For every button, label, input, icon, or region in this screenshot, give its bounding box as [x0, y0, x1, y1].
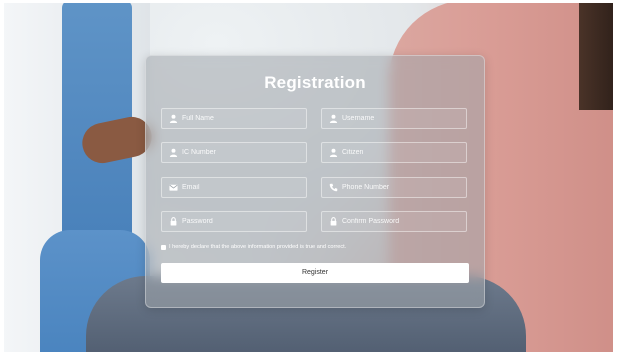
register-button[interactable]: Register	[161, 263, 469, 283]
lock-icon	[169, 217, 178, 226]
full-name-field	[161, 108, 307, 129]
citizen-input[interactable]	[342, 149, 462, 156]
frame-border-bottom	[0, 352, 619, 356]
form-title: Registration	[264, 73, 366, 92]
phone-number-field	[321, 177, 467, 198]
phone-icon	[329, 183, 338, 192]
user-icon	[169, 114, 178, 123]
registration-card: Registration Full Name Username IC Numbe…	[145, 55, 485, 308]
user-icon	[329, 148, 338, 157]
user-icon	[169, 148, 178, 157]
username-field	[321, 108, 467, 129]
frame-border-right	[613, 0, 619, 356]
email-field	[161, 177, 307, 198]
ic-number-field	[161, 142, 307, 163]
email-input[interactable]	[182, 184, 302, 191]
envelope-icon	[169, 183, 178, 192]
ic-number-input[interactable]	[182, 149, 302, 156]
password-field	[161, 211, 307, 232]
lock-icon	[329, 217, 338, 226]
declaration-row: I hereby declare that the above informat…	[161, 244, 346, 250]
confirm-password-input[interactable]	[342, 218, 462, 225]
confirm-password-field	[321, 211, 467, 232]
citizen-field	[321, 142, 467, 163]
declaration-checkbox[interactable]	[161, 244, 166, 250]
username-input[interactable]	[342, 115, 462, 122]
user-icon	[329, 114, 338, 123]
full-name-input[interactable]	[182, 115, 302, 122]
registration-page: Registration Full Name Username IC Numbe…	[0, 0, 619, 356]
declaration-text: I hereby declare that the above informat…	[169, 244, 347, 250]
password-input[interactable]	[182, 218, 302, 225]
phone-number-input[interactable]	[342, 184, 462, 191]
